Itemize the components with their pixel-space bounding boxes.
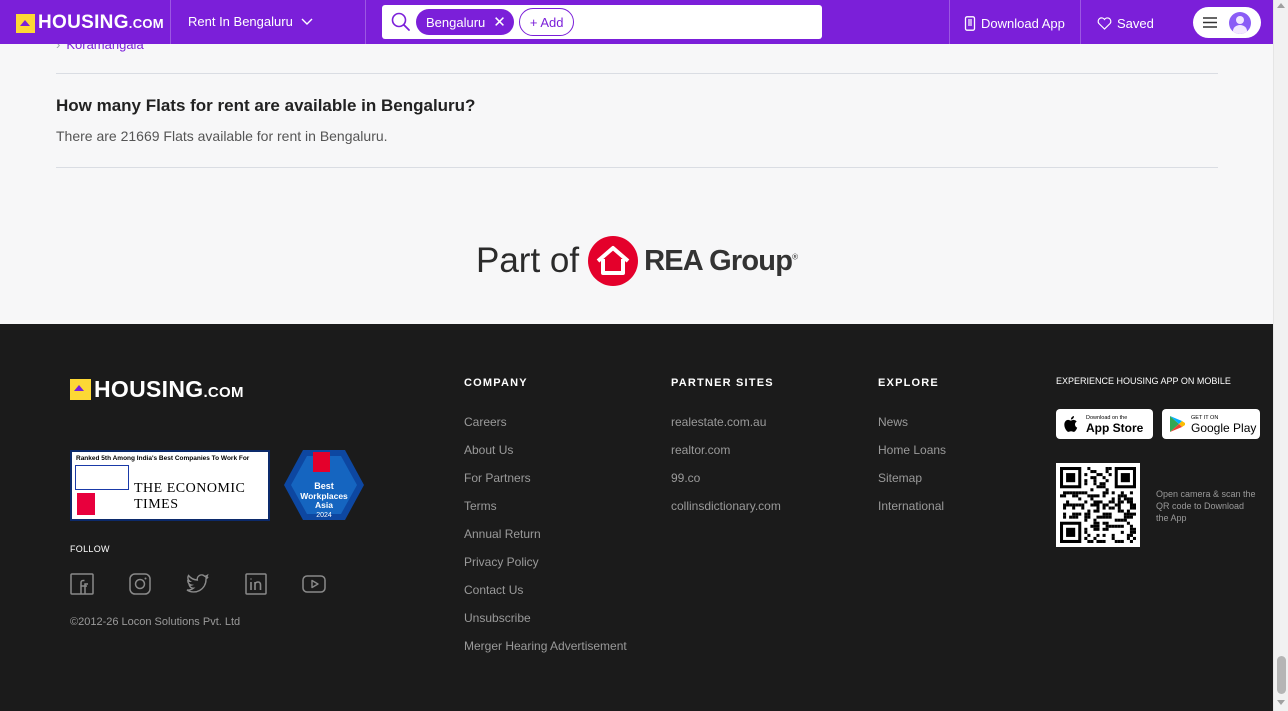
footer-link-news[interactable]: News xyxy=(878,415,946,443)
footer-link-contact-us[interactable]: Contact Us xyxy=(464,583,627,611)
download-app-label: Download App xyxy=(981,16,1065,31)
close-icon[interactable]: ✕ xyxy=(493,15,506,30)
facebook-icon[interactable] xyxy=(70,573,94,595)
scroll-down-arrow-icon[interactable] xyxy=(1277,700,1285,705)
home-logo-icon xyxy=(70,379,91,400)
rent-city-label: Rent In Bengaluru xyxy=(188,14,293,29)
footer: HOUSING.COM Ranked 5th Among India's Bes… xyxy=(0,324,1273,711)
et-brand: THE ECONOMIC TIMES xyxy=(134,481,246,512)
qr-instructions: Open camera & scan the QR code to Downlo… xyxy=(1156,489,1256,523)
google-play-icon xyxy=(1170,416,1185,432)
footer-link-annual-return[interactable]: Annual Return xyxy=(464,527,627,555)
footer-link-privacy-policy[interactable]: Privacy Policy xyxy=(464,555,627,583)
main-content: › Koramangala How many Flats for rent ar… xyxy=(0,37,1273,324)
user-avatar-icon xyxy=(1229,11,1251,34)
phone-icon xyxy=(964,16,976,31)
rea-prefix: Part of xyxy=(476,241,580,280)
divider xyxy=(56,167,1218,168)
menu-button[interactable] xyxy=(1193,7,1261,38)
nav-divider xyxy=(949,0,950,44)
divider xyxy=(56,73,1218,74)
footer-link-collinsdictionary[interactable]: collinsdictionary.com xyxy=(671,499,781,527)
faq-answer: There are 21669 Flats available for rent… xyxy=(56,128,388,144)
copyright: ©2012-26 Locon Solutions Pvt. Ltd xyxy=(70,616,241,628)
nav-divider xyxy=(365,0,366,44)
app-heading: EXPERIENCE HOUSING APP ON MOBILE xyxy=(1056,376,1231,386)
google-play-label: Google Play xyxy=(1191,420,1257,435)
footer-link-terms[interactable]: Terms xyxy=(464,499,627,527)
et-badge-headline: Ranked 5th Among India's Best Companies … xyxy=(76,455,250,462)
app-store-label: App Store xyxy=(1086,420,1144,435)
rea-name: REA Group xyxy=(644,244,793,277)
footer-link-for-partners[interactable]: For Partners xyxy=(464,471,627,499)
search-icon xyxy=(391,12,410,31)
footer-link-99co[interactable]: 99.co xyxy=(671,471,781,499)
explore-heading: EXPLORE xyxy=(878,377,939,389)
heart-icon xyxy=(1097,17,1112,30)
hamburger-menu-icon xyxy=(1203,17,1217,28)
partner-sites-links: realestate.com.au realtor.com 99.co coll… xyxy=(671,415,781,527)
asia-badge-line3: Asia xyxy=(315,500,333,510)
location-chip-label: Bengaluru xyxy=(426,14,486,30)
logo-text: HOUSING xyxy=(38,12,129,33)
economic-times-badge: Ranked 5th Among India's Best Companies … xyxy=(70,450,270,521)
faq-question: How many Flats for rent are available in… xyxy=(56,96,476,115)
top-navbar: HOUSING.COM Rent In Bengaluru Bengaluru … xyxy=(0,0,1273,44)
download-app-link[interactable]: Download App xyxy=(964,16,1065,31)
footer-logo-suffix: .COM xyxy=(203,384,244,401)
google-play-button[interactable]: GET IT ON Google Play xyxy=(1162,409,1260,439)
page-scrollbar[interactable] xyxy=(1273,0,1288,711)
footer-link-home-loans[interactable]: Home Loans xyxy=(878,443,946,471)
location-chip[interactable]: Bengaluru ✕ xyxy=(416,9,514,35)
rea-group-banner: Part of REA Group® xyxy=(476,235,798,287)
apple-icon xyxy=(1064,416,1078,432)
footer-housing-logo[interactable]: HOUSING.COM xyxy=(70,376,244,403)
footer-link-careers[interactable]: Careers xyxy=(464,415,627,443)
saved-label: Saved xyxy=(1117,16,1154,31)
explore-links: News Home Loans Sitemap International xyxy=(878,415,946,527)
footer-link-sitemap[interactable]: Sitemap xyxy=(878,471,946,499)
search-bar[interactable]: Bengaluru ✕ + Add xyxy=(382,5,822,39)
qr-code-icon xyxy=(1060,467,1136,543)
housing-logo[interactable]: HOUSING.COM xyxy=(16,12,164,34)
company-heading: COMPANY xyxy=(464,377,528,389)
footer-link-merger-hearing[interactable]: Merger Hearing Advertisement xyxy=(464,639,627,667)
company-links: Careers About Us For Partners Terms Annu… xyxy=(464,415,627,667)
great-place-red-mark xyxy=(77,493,95,515)
footer-link-realtor[interactable]: realtor.com xyxy=(671,443,781,471)
nav-divider xyxy=(170,0,171,44)
app-store-button[interactable]: Download on the App Store xyxy=(1056,409,1153,439)
footer-link-realestate[interactable]: realestate.com.au xyxy=(671,415,781,443)
download-app-qr-code xyxy=(1056,463,1140,547)
rent-city-dropdown[interactable]: Rent In Bengaluru xyxy=(188,14,313,29)
youtube-icon[interactable] xyxy=(302,573,326,595)
twitter-icon[interactable] xyxy=(186,573,210,595)
great-place-mini-badge xyxy=(75,465,129,490)
footer-link-international[interactable]: International xyxy=(878,499,946,527)
asia-badge-year: 2024 xyxy=(316,512,332,519)
instagram-icon[interactable] xyxy=(128,573,152,595)
home-logo-icon xyxy=(16,13,35,33)
footer-link-about-us[interactable]: About Us xyxy=(464,443,627,471)
social-links xyxy=(70,573,326,595)
scrollbar-thumb[interactable] xyxy=(1277,656,1286,694)
footer-link-unsubscribe[interactable]: Unsubscribe xyxy=(464,611,627,639)
asia-badge-line1: Best xyxy=(314,481,334,491)
linkedin-icon[interactable] xyxy=(244,573,268,595)
chevron-down-icon xyxy=(301,18,313,25)
follow-label: FOLLOW xyxy=(70,544,110,554)
registered-mark: ® xyxy=(792,251,798,261)
footer-logo-text: HOUSING xyxy=(94,376,204,402)
logo-suffix: .COM xyxy=(128,16,164,31)
add-location-button[interactable]: + Add xyxy=(518,8,575,36)
saved-link[interactable]: Saved xyxy=(1097,16,1154,31)
partner-sites-heading: PARTNER SITES xyxy=(671,377,774,389)
rea-house-icon xyxy=(588,236,639,286)
best-workplaces-asia-badge: Best Workplaces Asia 2024 xyxy=(284,450,364,520)
scroll-up-arrow-icon[interactable] xyxy=(1277,3,1285,8)
nav-divider xyxy=(1080,0,1081,44)
